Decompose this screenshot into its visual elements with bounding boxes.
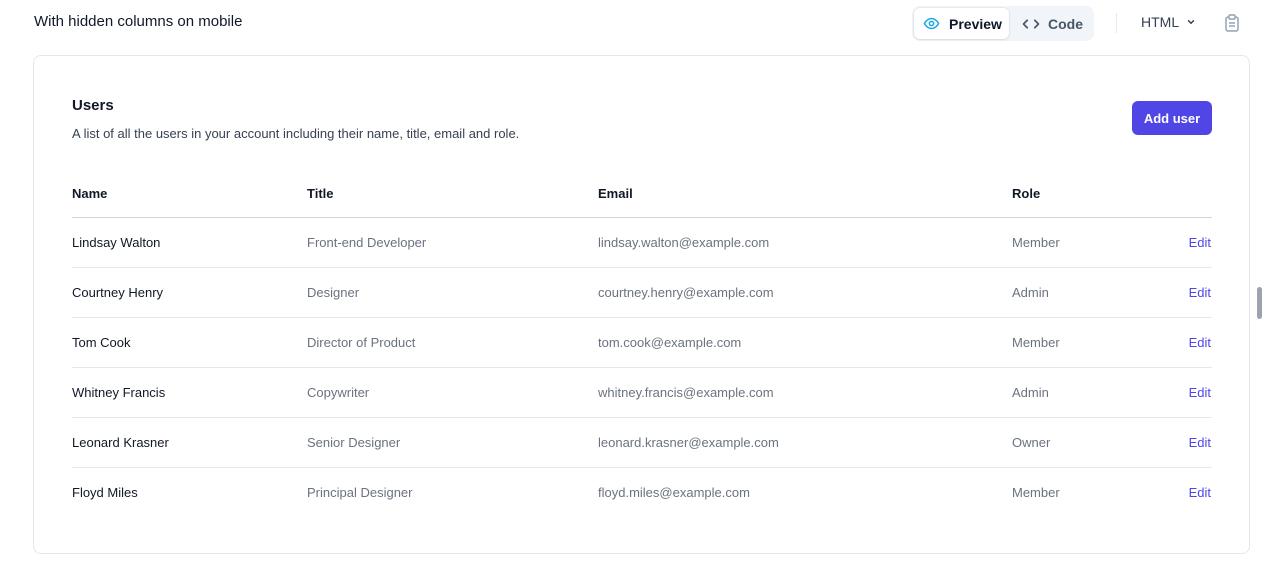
cell-role: Owner [1012,435,1051,450]
table-row: Whitney Francis Copywriter whitney.franc… [72,368,1212,418]
table-row: Leonard Krasner Senior Designer leonard.… [72,418,1212,468]
preview-card: Users A list of all the users in your ac… [33,55,1250,554]
users-table: Name Title Email Role Lindsay Walton Fro… [72,173,1212,518]
edit-link[interactable]: Edit [1189,435,1211,450]
cell-title: Front-end Developer [307,235,427,250]
cell-name: Whitney Francis [72,385,166,400]
users-heading: Users [72,97,114,114]
copy-button[interactable] [1224,14,1240,37]
code-brackets-icon [1022,18,1040,29]
cell-email: lindsay.walton@example.com [598,235,770,250]
cell-email: tom.cook@example.com [598,335,742,350]
table-row: Tom Cook Director of Product tom.cook@ex… [72,318,1212,368]
preview-tab[interactable]: Preview [914,8,1009,39]
edit-link[interactable]: Edit [1189,235,1211,250]
table-row: Floyd Miles Principal Designer floyd.mil… [72,468,1212,518]
view-toggle: Preview Code [912,6,1094,41]
table-row: Courtney Henry Designer courtney.henry@e… [72,268,1212,318]
column-header-name: Name [72,186,108,201]
edit-link[interactable]: Edit [1189,285,1211,300]
eye-icon [923,17,940,30]
cell-name: Courtney Henry [72,285,164,300]
example-header: With hidden columns on mobile Preview Co… [0,0,1271,46]
clipboard-icon [1225,14,1239,32]
edit-link[interactable]: Edit [1189,385,1211,400]
cell-role: Member [1012,335,1060,350]
header-divider [1116,13,1117,33]
cell-title: Copywriter [307,385,370,400]
chevron-down-icon [1187,20,1195,24]
cell-email: floyd.miles@example.com [598,485,750,500]
column-header-role: Role [1012,186,1041,201]
edit-link[interactable]: Edit [1189,335,1211,350]
cell-role: Member [1012,235,1060,250]
code-tab[interactable]: Code [1020,8,1092,39]
language-select[interactable]: HTML [1141,14,1196,30]
cell-title: Principal Designer [307,485,413,500]
users-description: A list of all the users in your account … [72,126,520,141]
cell-name: Floyd Miles [72,485,138,500]
cell-name: Lindsay Walton [72,235,161,250]
cell-name: Leonard Krasner [72,435,169,450]
cell-title: Director of Product [307,335,416,350]
column-header-title: Title [307,186,334,201]
cell-name: Tom Cook [72,335,131,350]
language-label: HTML [1141,14,1180,30]
column-header-email: Email [598,186,633,201]
table-row: Lindsay Walton Front-end Developer linds… [72,218,1212,268]
cell-email: courtney.henry@example.com [598,285,774,300]
cell-role: Admin [1012,385,1049,400]
cell-role: Member [1012,485,1060,500]
edit-link[interactable]: Edit [1189,485,1211,500]
table-header: Name Title Email Role [72,173,1212,218]
page-scrollbar[interactable] [1257,287,1262,319]
cell-title: Designer [307,285,360,300]
cell-title: Senior Designer [307,435,401,450]
cell-email: leonard.krasner@example.com [598,435,779,450]
cell-role: Admin [1012,285,1049,300]
cell-email: whitney.francis@example.com [598,385,774,400]
section-title: With hidden columns on mobile [34,13,243,30]
add-user-button[interactable]: Add user [1132,101,1212,135]
code-label: Code [1048,15,1083,32]
preview-label: Preview [949,15,1002,32]
